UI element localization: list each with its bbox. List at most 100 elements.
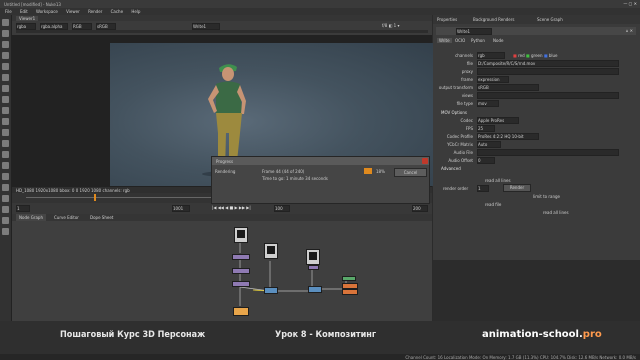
viewer-input-select[interactable]: Write1 — [192, 23, 220, 30]
merge-tool-icon[interactable] — [2, 96, 9, 103]
audio-file-field[interactable] — [477, 149, 619, 156]
properties-subtabs: Write OCIO Python Node — [437, 38, 637, 44]
time-tool-icon[interactable] — [2, 41, 9, 48]
views-field[interactable] — [477, 92, 619, 99]
ycbcr-select[interactable]: Auto — [477, 141, 501, 148]
tab-curve-editor[interactable]: Curve Editor — [54, 214, 79, 221]
tab-properties[interactable]: Properties — [437, 15, 457, 24]
file-type-select[interactable]: mov — [477, 100, 499, 107]
menu-edit[interactable]: Edit — [20, 9, 28, 14]
filter-tool-icon[interactable] — [2, 74, 9, 81]
panel-controls[interactable]: ⌂ ✕ — [626, 28, 633, 33]
increment-field[interactable]: 100 — [274, 205, 290, 212]
channels-select[interactable]: rgba — [16, 23, 36, 30]
limit-to-range-check[interactable]: limit to range — [533, 194, 560, 199]
node-connections — [239, 241, 347, 306]
merge-node-1[interactable] — [264, 287, 278, 294]
image-tool-icon[interactable] — [2, 19, 9, 26]
read-file-check[interactable]: read file — [485, 202, 501, 207]
plugins-tool-icon[interactable] — [2, 228, 9, 235]
fps-label: FPS — [465, 126, 473, 131]
node-name-field[interactable]: Write1 — [456, 28, 492, 35]
tab-dope-sheet[interactable]: Dope Sheet — [90, 214, 113, 221]
other-tool-icon[interactable] — [2, 162, 9, 169]
frame-in-field[interactable]: 1 — [16, 205, 30, 212]
3d-tool-icon[interactable] — [2, 118, 9, 125]
current-frame-field[interactable]: 1001 — [172, 205, 190, 212]
menu-cache[interactable]: Cache — [111, 9, 123, 14]
output-transform-select[interactable]: sRGB — [477, 84, 539, 91]
write1-node[interactable] — [233, 307, 249, 316]
proxy-label: proxy — [461, 69, 473, 74]
rgb-checks[interactable]: ■ red ■ green ■ blue — [513, 53, 558, 58]
properties-empty-area — [433, 260, 640, 321]
deep-tool-icon[interactable] — [2, 195, 9, 202]
site-caption: animation-school.pro — [482, 329, 602, 340]
render-button[interactable]: Render — [503, 184, 531, 192]
input-process-select[interactable]: sRGB — [96, 23, 116, 30]
toolsets-icon[interactable] — [2, 151, 9, 158]
keyer-tool-icon[interactable] — [2, 85, 9, 92]
read-node-3[interactable] — [306, 249, 320, 265]
codec-select[interactable]: Apple ProRes — [477, 117, 519, 124]
frame-label: frame — [461, 77, 473, 82]
subtab-ocio[interactable]: OCIO — [455, 38, 465, 43]
transport-controls[interactable]: |◀ ◀◀ ◀ ■ ▶ ▶▶ ▶| — [212, 205, 251, 210]
color-tool-icon[interactable] — [2, 63, 9, 70]
read-node-thumbnail[interactable] — [234, 227, 248, 243]
furnace-tool-icon[interactable] — [2, 173, 9, 180]
shuffle-node[interactable] — [308, 265, 319, 270]
channel-tool-icon[interactable] — [2, 52, 9, 59]
read-all-lines-check[interactable]: read all lines — [485, 178, 511, 183]
alpha-select[interactable]: rgba.alpha — [40, 23, 68, 30]
menu-workspace[interactable]: Workspace — [36, 9, 58, 14]
menu-viewer[interactable]: Viewer — [66, 9, 80, 14]
frame-mode-select[interactable]: expression — [477, 76, 509, 83]
subtab-node[interactable]: Node — [493, 38, 503, 43]
codec-profile-select[interactable]: ProRes 4:2:2 HQ 10-bit — [477, 133, 539, 140]
advanced-header[interactable]: Advanced — [441, 166, 461, 171]
render-order-field[interactable]: 1 — [477, 185, 489, 192]
node-graph[interactable] — [12, 221, 432, 321]
metadata-tool-icon[interactable] — [2, 140, 9, 147]
views-tool-icon[interactable] — [2, 129, 9, 136]
draw-tool-icon[interactable] — [2, 30, 9, 37]
menu-help[interactable]: Help — [131, 9, 140, 14]
menu-bar: File Edit Workspace Viewer Render Cache … — [0, 8, 640, 15]
subtab-write[interactable]: Write — [437, 38, 452, 43]
read-node-2[interactable] — [264, 243, 278, 259]
write-node-b[interactable] — [342, 289, 358, 295]
tab-scene-graph[interactable]: Scene Graph — [537, 15, 563, 24]
menu-file[interactable]: File — [5, 9, 12, 14]
close-icon[interactable] — [422, 158, 428, 164]
particles-tool-icon[interactable] — [2, 184, 9, 191]
proxy-field[interactable] — [477, 68, 619, 75]
viewer-gain-row[interactable] — [16, 30, 428, 33]
cara-tool-icon[interactable] — [2, 206, 9, 213]
file-path-field[interactable]: D:/Composite/R/C/S/rnd.mov — [477, 60, 619, 67]
tab-background-renders[interactable]: Background Renders — [473, 15, 514, 24]
transform-node[interactable] — [342, 276, 356, 281]
progress-bar — [364, 168, 372, 174]
playhead-marker[interactable] — [94, 194, 96, 201]
read-all-lines-check-2[interactable]: read all lines — [543, 210, 569, 215]
window-controls[interactable]: — ▢ ✕ — [623, 1, 637, 6]
zoom-readout[interactable]: f/8 ◧ 1 ▾ — [382, 23, 399, 28]
subtab-python[interactable]: Python — [471, 38, 485, 43]
mov-options-header[interactable]: MOV Options — [441, 110, 467, 115]
grade-node[interactable] — [232, 254, 250, 260]
cancel-button[interactable]: Cancel — [394, 168, 427, 177]
merge-node-2[interactable] — [308, 286, 322, 293]
display-select[interactable]: RGB — [72, 23, 92, 30]
codec-profile-label: Codec Profile — [446, 134, 473, 139]
blur-node[interactable] — [232, 281, 250, 287]
transform-tool-icon[interactable] — [2, 107, 9, 114]
colorcorrect-node[interactable] — [232, 268, 250, 274]
channels-select[interactable]: rgb — [477, 52, 505, 59]
fps-field[interactable]: 25 — [477, 125, 495, 132]
airtools-icon[interactable] — [2, 217, 9, 224]
audio-offset-field[interactable]: 0 — [477, 157, 495, 164]
tab-node-graph[interactable]: Node Graph — [16, 214, 46, 221]
menu-render[interactable]: Render — [88, 9, 102, 14]
frame-out-field[interactable]: 200 — [412, 205, 428, 212]
